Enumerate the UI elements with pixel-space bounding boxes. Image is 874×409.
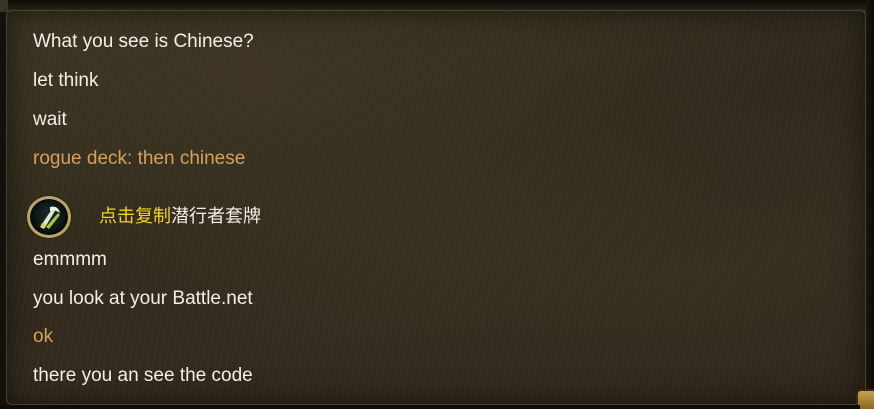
chat-message: rogue deck: then chinese: [33, 148, 246, 169]
deck-name: 潜行者套牌: [171, 206, 261, 227]
chat-message: you look at your Battle.net: [33, 288, 253, 309]
chat-message: there you an see the code: [33, 365, 253, 386]
chat-message: let think: [33, 70, 99, 91]
chat-window: What you see is Chinese? let think wait …: [0, 0, 874, 409]
window-corner: [0, 0, 8, 12]
rogue-class-icon: [27, 196, 71, 238]
deck-copy-link[interactable]: 点击复制潜行者套牌: [99, 205, 261, 229]
chat-message: emmmm: [33, 249, 107, 270]
chat-log[interactable]: What you see is Chinese? let think wait …: [6, 10, 866, 405]
scrollbar-track[interactable]: [866, 0, 874, 409]
window-bottom-border: [0, 405, 860, 409]
copy-deck-button[interactable]: 点击复制: [99, 206, 171, 227]
chat-message: wait: [33, 109, 67, 130]
deck-share-message[interactable]: 点击复制潜行者套牌: [27, 196, 427, 238]
chat-message: ok: [33, 326, 54, 347]
chat-message: What you see is Chinese?: [33, 31, 254, 52]
